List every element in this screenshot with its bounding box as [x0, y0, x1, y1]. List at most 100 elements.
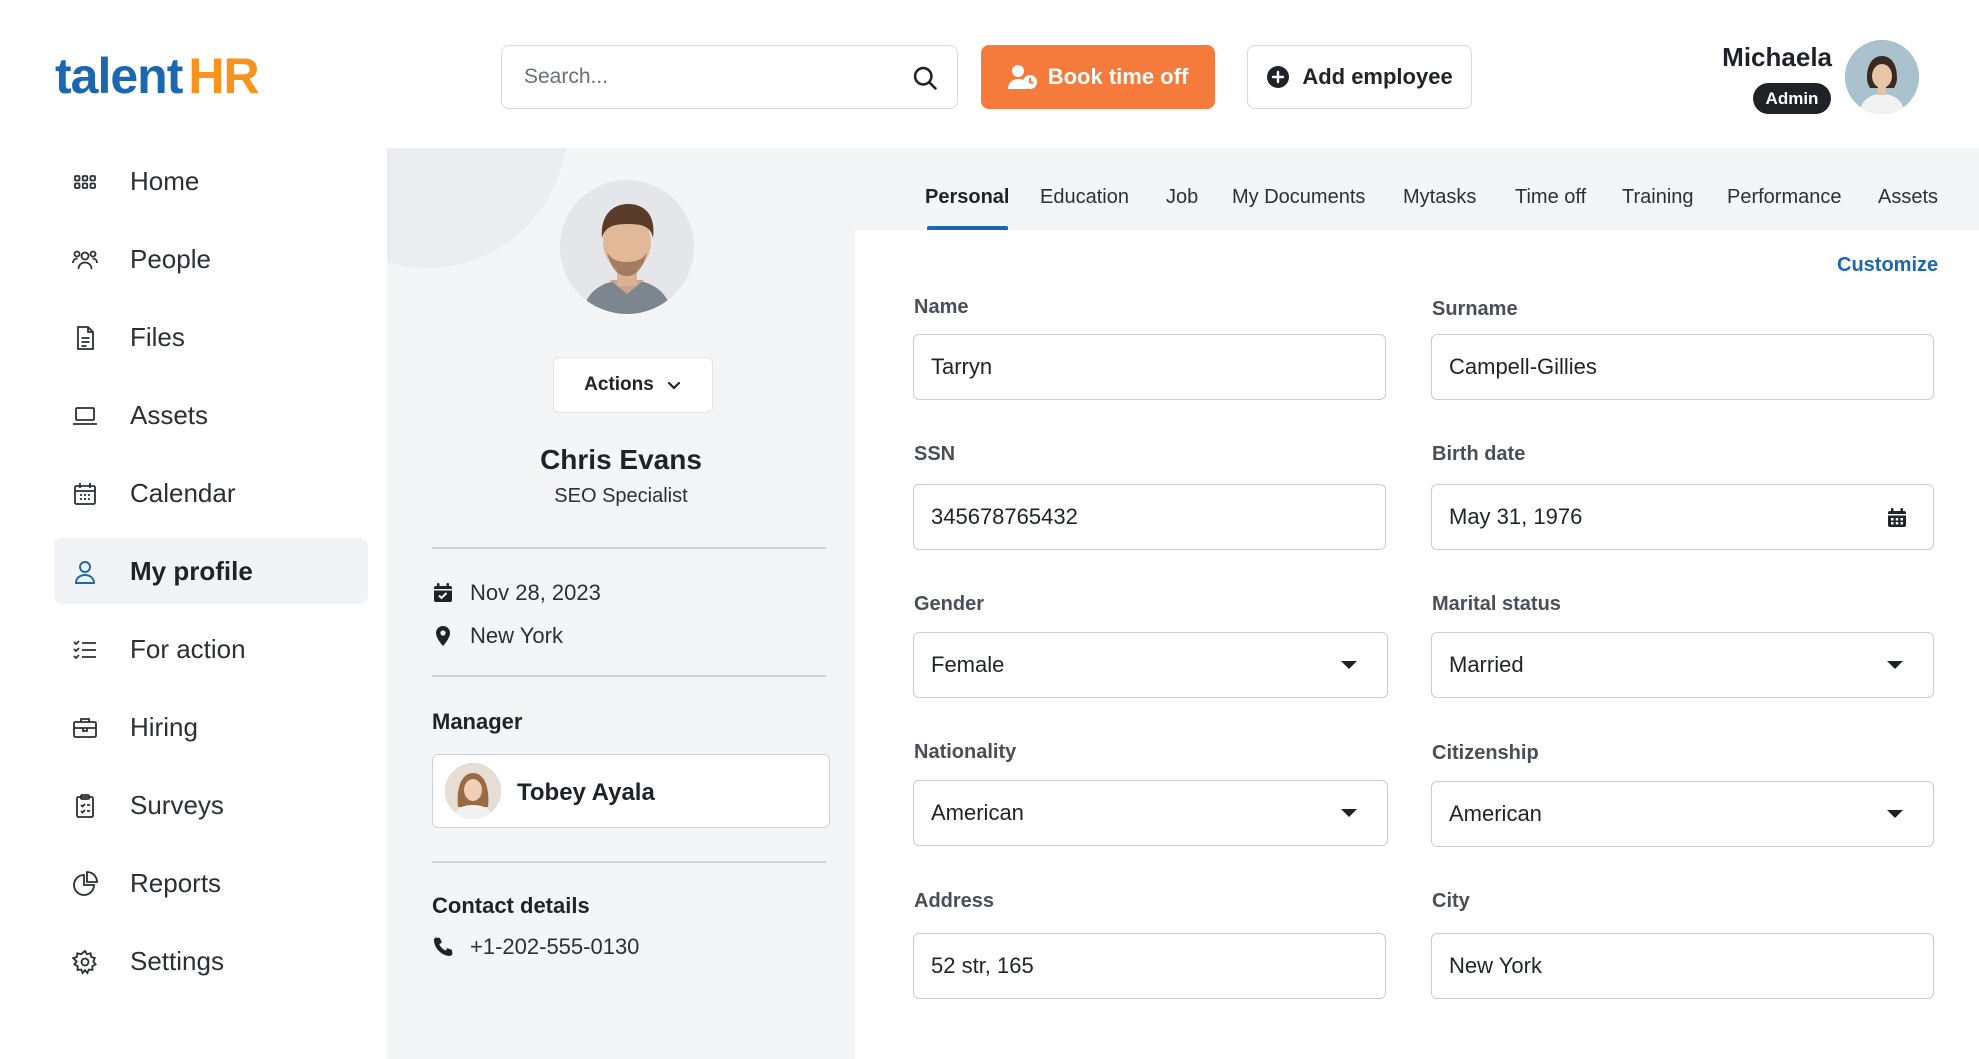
manager-name: Tobey Ayala [517, 779, 655, 806]
phone-text: +1-202-555-0130 [470, 934, 640, 959]
city-value: New York [1449, 953, 1542, 978]
search-input[interactable] [524, 46, 884, 108]
ssn-label: SSN [914, 443, 956, 465]
sidebar-item-home[interactable]: Home [54, 148, 368, 214]
laptop-icon [73, 407, 97, 425]
add-employee-label: Add employee [1302, 64, 1453, 89]
caret-down-icon [1341, 809, 1357, 817]
ssn-field[interactable]: 345678765432 [913, 484, 1386, 550]
city-label: City [1432, 890, 1470, 912]
tab-job[interactable]: Job [1166, 186, 1198, 209]
divider [432, 547, 826, 549]
book-time-off-button[interactable]: Book time off [981, 45, 1215, 109]
sidebar-item-reports[interactable]: Reports [54, 850, 368, 916]
sidebar-item-files[interactable]: Files [54, 304, 368, 370]
sidebar-item-assets[interactable]: Assets [54, 382, 368, 448]
phone-icon [433, 937, 453, 956]
tab-time-off[interactable]: Time off [1515, 186, 1586, 209]
customize-link[interactable]: Customize [1837, 254, 1938, 277]
people-icon [72, 250, 98, 270]
user-icon [75, 561, 95, 584]
manager-card[interactable]: Tobey Ayala [432, 754, 830, 828]
book-time-off-label: Book time off [1047, 64, 1189, 89]
sidebar-item-label: For action [130, 633, 246, 664]
address-label: Address [914, 890, 995, 912]
citizenship-label: Citizenship [1432, 742, 1539, 764]
surname-field[interactable]: Campell-Gillies [1431, 334, 1934, 400]
add-employee-button[interactable]: Add employee [1247, 45, 1472, 109]
role-badge: Admin [1753, 83, 1831, 114]
sidebar-nav: Home People Files Assets Calendar My pro… [54, 148, 368, 1006]
app-logo[interactable]: talent HR [55, 46, 260, 106]
city-field[interactable]: New York [1431, 933, 1934, 999]
address-field[interactable]: 52 str, 165 [913, 933, 1386, 999]
chevron-down-icon [667, 381, 680, 390]
birth-date-label: Birth date [1432, 443, 1526, 465]
sidebar-item-label: Home [130, 165, 200, 196]
file-icon [77, 326, 94, 350]
logo-text-talent: talent [55, 48, 183, 104]
employee-start-date: Nov 28, 2023 [432, 580, 601, 606]
marital-status-value: Married [1449, 652, 1524, 677]
employee-phone[interactable]: +1-202-555-0130 [432, 934, 639, 960]
employee-job-title: SEO Specialist [554, 485, 688, 507]
marital-status-select[interactable]: Married [1431, 632, 1934, 698]
caret-down-icon [1341, 661, 1357, 669]
name-field[interactable]: Tarryn [913, 334, 1386, 400]
actions-label: Actions [584, 374, 654, 395]
location-text: New York [470, 623, 563, 648]
user-clock-icon [1007, 65, 1037, 89]
gender-label: Gender [914, 593, 985, 615]
sidebar-item-calendar[interactable]: Calendar [54, 460, 368, 526]
sidebar-item-my-profile[interactable]: My profile [54, 538, 368, 604]
employee-photo[interactable] [560, 180, 694, 314]
start-date-text: Nov 28, 2023 [470, 580, 601, 605]
calendar-check-icon [434, 583, 452, 602]
tab-assets[interactable]: Assets [1878, 186, 1938, 209]
tab-education[interactable]: Education [1040, 186, 1129, 209]
citizenship-select[interactable]: American [1431, 781, 1934, 847]
gender-select[interactable]: Female [913, 632, 1388, 698]
marital-status-label: Marital status [1432, 593, 1561, 615]
tab-personal[interactable]: Personal [925, 186, 1009, 209]
location-pin-icon [436, 626, 450, 646]
briefcase-icon [73, 718, 97, 738]
gender-value: Female [931, 652, 1005, 677]
plus-circle-icon [1267, 66, 1290, 88]
actions-dropdown-button[interactable]: Actions [553, 357, 713, 413]
sidebar-item-label: Calendar [130, 477, 236, 508]
gear-icon [72, 949, 97, 975]
birth-date-field[interactable]: May 31, 1976 [1431, 484, 1934, 550]
decorative-circle [387, 148, 567, 268]
name-label: Name [914, 296, 969, 318]
nationality-select[interactable]: American [913, 780, 1388, 846]
avatar-photo-icon [1845, 40, 1919, 114]
calendar-icon[interactable] [1886, 507, 1908, 529]
sidebar-item-surveys[interactable]: Surveys [54, 772, 368, 838]
employee-location: New York [432, 623, 563, 649]
sidebar-item-hiring[interactable]: Hiring [54, 694, 368, 760]
sidebar-item-label: Surveys [130, 789, 224, 820]
name-value: Tarryn [931, 354, 993, 379]
sidebar-item-label: My profile [130, 555, 253, 586]
manager-heading: Manager [432, 709, 523, 734]
checklist-icon [73, 640, 96, 660]
calendar-icon [74, 483, 96, 505]
tab-my-documents[interactable]: My Documents [1232, 186, 1365, 209]
tab-mytasks[interactable]: Mytasks [1403, 186, 1476, 209]
tab-performance[interactable]: Performance [1727, 186, 1842, 209]
logo-text-hr: HR [188, 48, 259, 104]
tab-training[interactable]: Training [1622, 186, 1694, 209]
sidebar-item-people[interactable]: People [54, 226, 368, 292]
manager-photo-icon [445, 763, 501, 819]
caret-down-icon [1887, 810, 1903, 818]
sidebar-item-label: Reports [130, 867, 222, 898]
sidebar-item-settings[interactable]: Settings [54, 928, 368, 994]
user-avatar[interactable] [1845, 40, 1919, 114]
search-box[interactable] [501, 45, 958, 109]
nationality-value: American [931, 800, 1024, 825]
manager-avatar [445, 763, 501, 819]
sidebar-item-for-action[interactable]: For action [54, 616, 368, 682]
search-icon[interactable] [911, 64, 939, 92]
pie-chart-icon [73, 871, 98, 896]
